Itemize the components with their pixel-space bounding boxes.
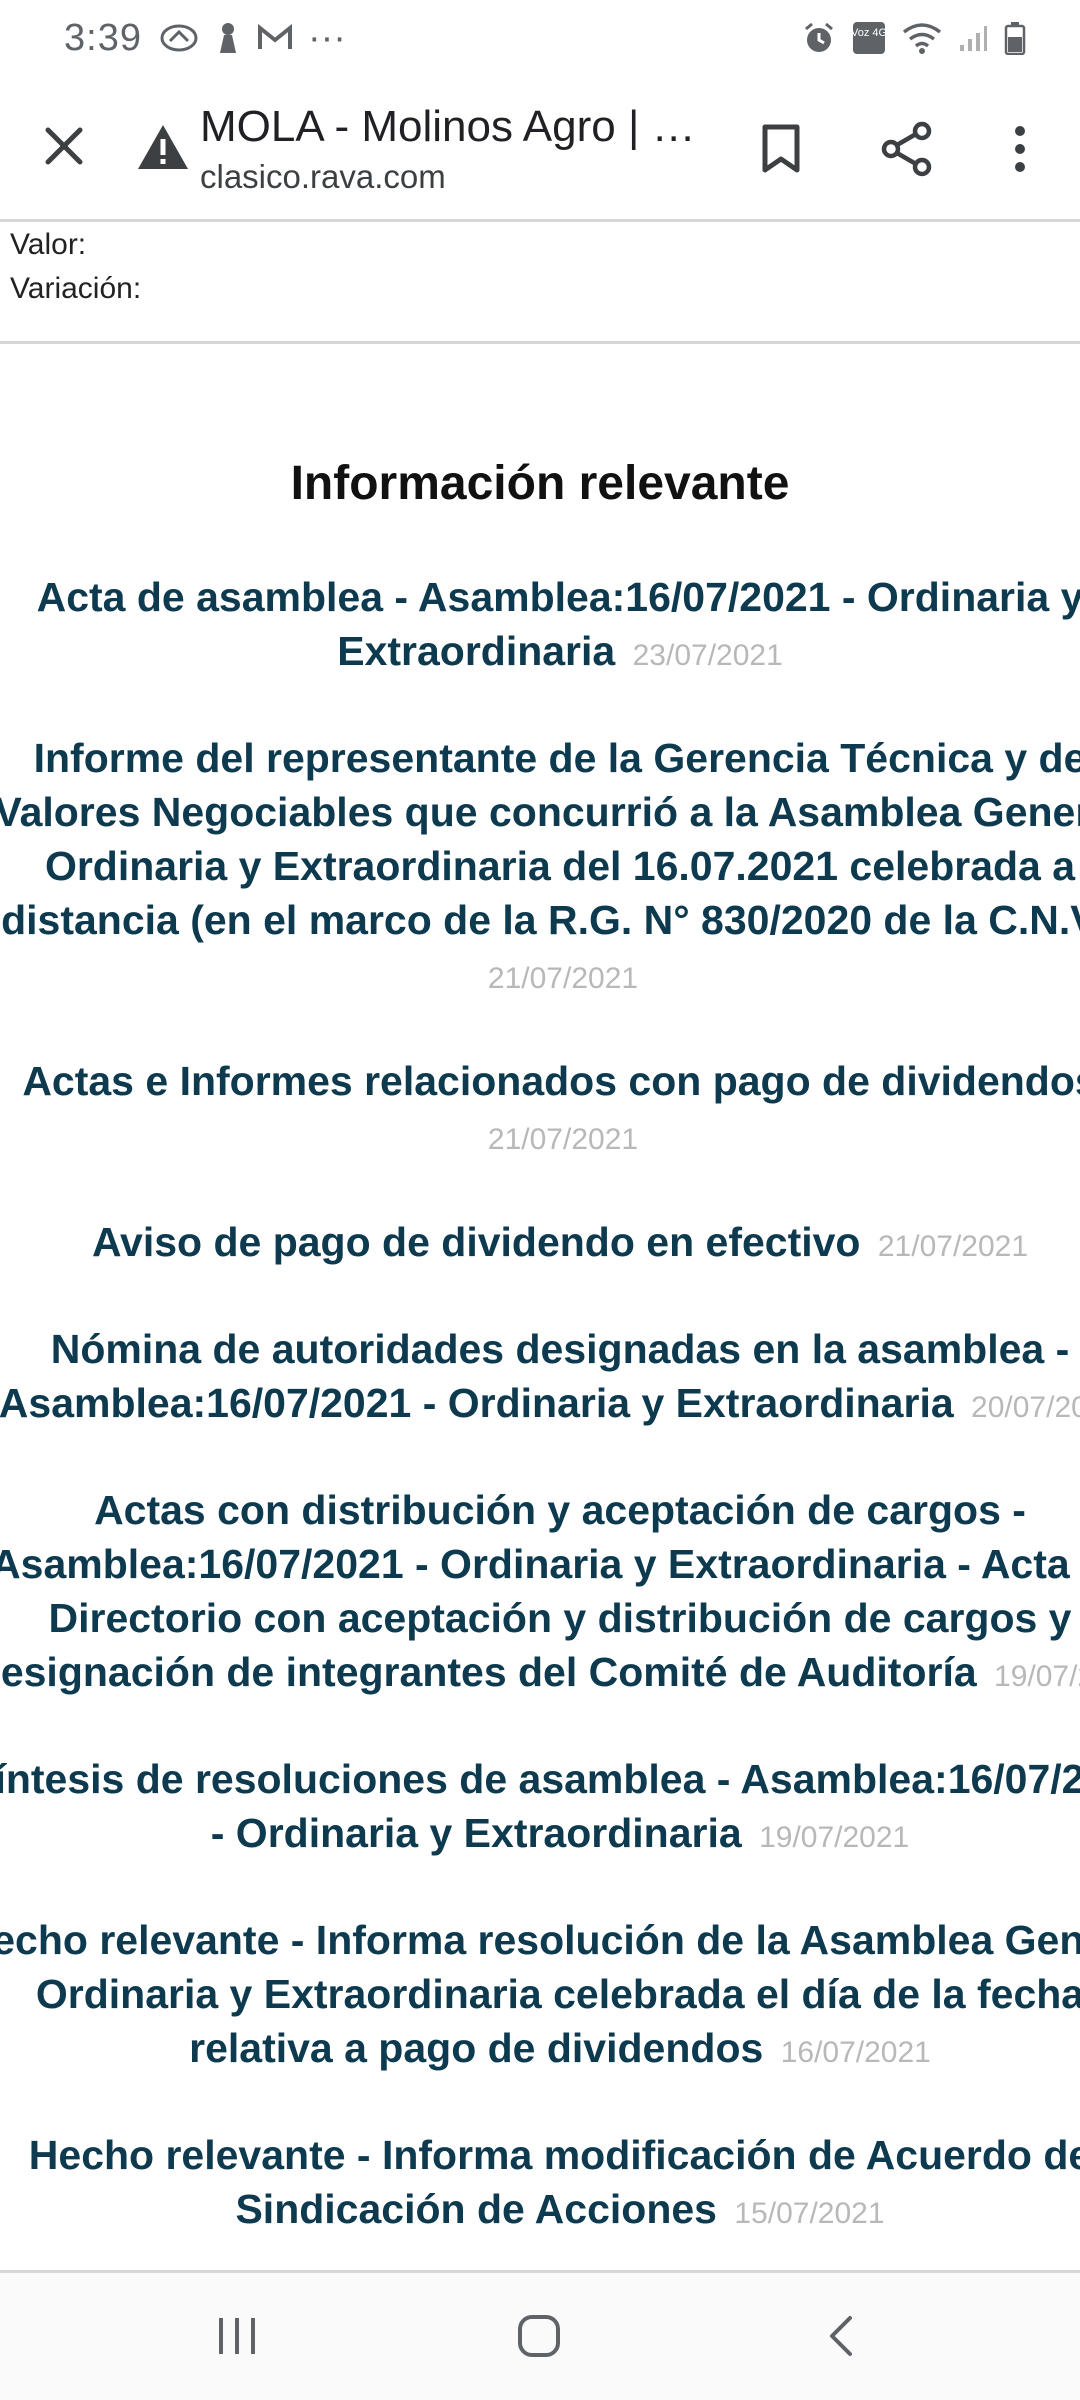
home-button[interactable] — [494, 2301, 584, 2371]
news-link[interactable]: Informe del representante de la Gerencia… — [0, 735, 1080, 943]
news-link[interactable]: Actas con distribución y aceptación de c… — [0, 1487, 1080, 1695]
volte-4g-icon: Voz 4G — [852, 21, 886, 55]
section-title: Información relevante — [290, 457, 790, 510]
recents-button[interactable] — [192, 2301, 282, 2371]
news-date: 21/07/2021 — [487, 962, 639, 995]
system-navigation-bar — [0, 2270, 1080, 2400]
news-list: Acta de asamblea - Asamblea:16/07/2021 -… — [0, 570, 1080, 2270]
back-button[interactable] — [796, 2301, 886, 2371]
news-item: Hecho relevante - Informa resolución de … — [0, 1913, 1080, 2080]
battery-icon — [1004, 21, 1026, 55]
bank-icon — [160, 23, 198, 53]
news-item: Informe del representante de la Gerencia… — [0, 731, 1080, 1006]
more-vert-icon — [1015, 126, 1025, 172]
news-item: Actas e Informes relacionados con pago d… — [0, 1054, 1080, 1167]
notification-icons: ··· — [160, 17, 346, 60]
quote-box: Valor: Variación: — [0, 222, 1080, 344]
signal-icon — [958, 23, 988, 53]
news-date: 16/07/2021 — [780, 2036, 931, 2069]
more-notifications: ··· — [307, 16, 346, 59]
news-date: 15/07/2021 — [734, 2197, 885, 2230]
close-button[interactable] — [34, 116, 94, 176]
status-time: 3:39 — [64, 16, 142, 59]
news-link[interactable]: Nómina de autoridades designadas en la a… — [0, 1326, 1069, 1426]
news-item: Aviso de pago de dividendo en efectivo 2… — [0, 1215, 1080, 1274]
news-item: Acta de asamblea - Asamblea:16/07/2021 -… — [0, 570, 1080, 683]
news-date: 21/07/2021 — [877, 1230, 1029, 1263]
news-item: Hecho relevante - Informa modificación d… — [0, 2128, 1080, 2241]
page-domain[interactable]: clasico.rava.com — [200, 158, 446, 196]
news-link[interactable]: Síntesis de resoluciones de asamblea - A… — [0, 1756, 1080, 1856]
news-date: 23/07/2021 — [632, 639, 783, 672]
news-date: 21/07/2021 — [487, 1123, 639, 1156]
svg-text:Voz 4G: Voz 4G — [852, 27, 886, 39]
variacion-label: Variación: — [10, 272, 142, 305]
wifi-icon — [902, 22, 942, 54]
news-link[interactable]: Aviso de pago de dividendo en efectivo — [92, 1219, 861, 1265]
news-date: 20/07/2021 — [971, 1391, 1080, 1424]
back-icon — [830, 2316, 852, 2356]
gmail-icon — [256, 23, 294, 53]
home-icon — [518, 2315, 560, 2357]
page-title: MOLA - Molinos Agro | … — [200, 102, 696, 151]
more-options-button[interactable] — [990, 116, 1050, 182]
news-link[interactable]: Acta de asamblea - Asamblea:16/07/2021 -… — [37, 574, 1080, 674]
news-item: Síntesis de resoluciones de asamblea - A… — [0, 1752, 1080, 1865]
news-date: 19/07/2021 — [994, 1660, 1080, 1693]
news-item: Nómina de autoridades designadas en la a… — [0, 1322, 1080, 1435]
bookmark-icon — [762, 124, 800, 173]
news-link[interactable]: Hecho relevante - Informa modificación d… — [29, 2132, 1080, 2232]
valor-label: Valor: — [10, 228, 87, 261]
not-secure-warning-icon[interactable] — [136, 122, 190, 176]
custom-tab-toolbar: MOLA - Molinos Agro | … clasico.rava.com — [0, 76, 1080, 222]
alarm-icon — [802, 21, 836, 55]
share-button[interactable] — [872, 116, 942, 182]
chess-piece-icon — [212, 21, 242, 55]
status-bar: 3:39 ··· Voz 4G — [0, 0, 1080, 76]
news-item: Actas con distribución y aceptación de c… — [0, 1483, 1080, 1704]
share-icon — [881, 121, 932, 177]
status-right: Voz 4G — [802, 21, 1026, 55]
news-link[interactable]: Actas e Informes relacionados con pago d… — [22, 1058, 1080, 1104]
close-icon — [45, 127, 83, 165]
page-content: Información relevante Acta de asamblea -… — [0, 344, 1080, 2270]
recents-icon — [219, 2318, 255, 2354]
bookmark-button[interactable] — [748, 116, 814, 182]
news-date: 19/07/2021 — [759, 1821, 910, 1854]
status-left: 3:39 ··· — [64, 17, 346, 60]
